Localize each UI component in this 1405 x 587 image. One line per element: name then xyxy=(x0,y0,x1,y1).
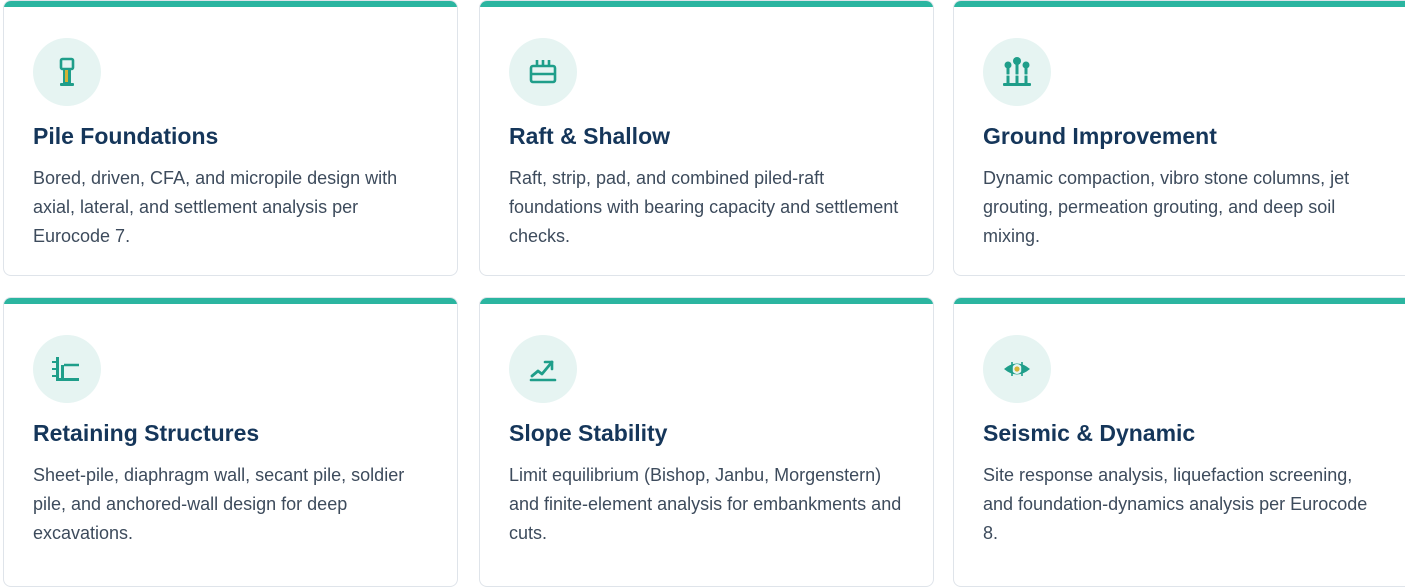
service-card-raft-shallow[interactable]: Raft & Shallow Raft, strip, pad, and com… xyxy=(479,0,934,276)
slope-icon xyxy=(509,335,577,403)
retaining-wall-icon xyxy=(33,335,101,403)
card-title: Retaining Structures xyxy=(33,420,260,446)
service-card-slope-stability[interactable]: Slope Stability Limit equilibrium (Bisho… xyxy=(479,297,934,587)
card-title: Slope Stability xyxy=(509,420,668,446)
card-description: Sheet-pile, diaphragm wall, secant pile,… xyxy=(33,465,405,543)
card-title: Pile Foundations xyxy=(33,123,219,149)
card-description: Limit equilibrium (Bishop, Janbu, Morgen… xyxy=(509,465,902,543)
pile-icon xyxy=(33,38,101,106)
seismic-icon xyxy=(983,335,1051,403)
stone-columns-icon xyxy=(983,38,1051,106)
service-card-seismic-dynamic[interactable]: Seismic & Dynamic Site response analysis… xyxy=(953,297,1405,587)
card-description: Bored, driven, CFA, and micropile design… xyxy=(33,168,398,246)
card-title: Ground Improvement xyxy=(983,123,1217,149)
service-card-retaining-structures[interactable]: Retaining Structures Sheet-pile, diaphra… xyxy=(3,297,458,587)
service-card-pile-foundations[interactable]: Pile Foundations Bored, driven, CFA, and… xyxy=(3,0,458,276)
card-description: Site response analysis, liquefaction scr… xyxy=(983,465,1368,543)
service-card-ground-improvement[interactable]: Ground Improvement Dynamic compaction, v… xyxy=(953,0,1405,276)
card-description: Raft, strip, pad, and combined piled-raf… xyxy=(509,168,899,246)
card-title: Seismic & Dynamic xyxy=(983,420,1196,446)
card-description: Dynamic compaction, vibro stone columns,… xyxy=(983,168,1350,246)
raft-icon xyxy=(509,38,577,106)
card-title: Raft & Shallow xyxy=(509,123,671,149)
